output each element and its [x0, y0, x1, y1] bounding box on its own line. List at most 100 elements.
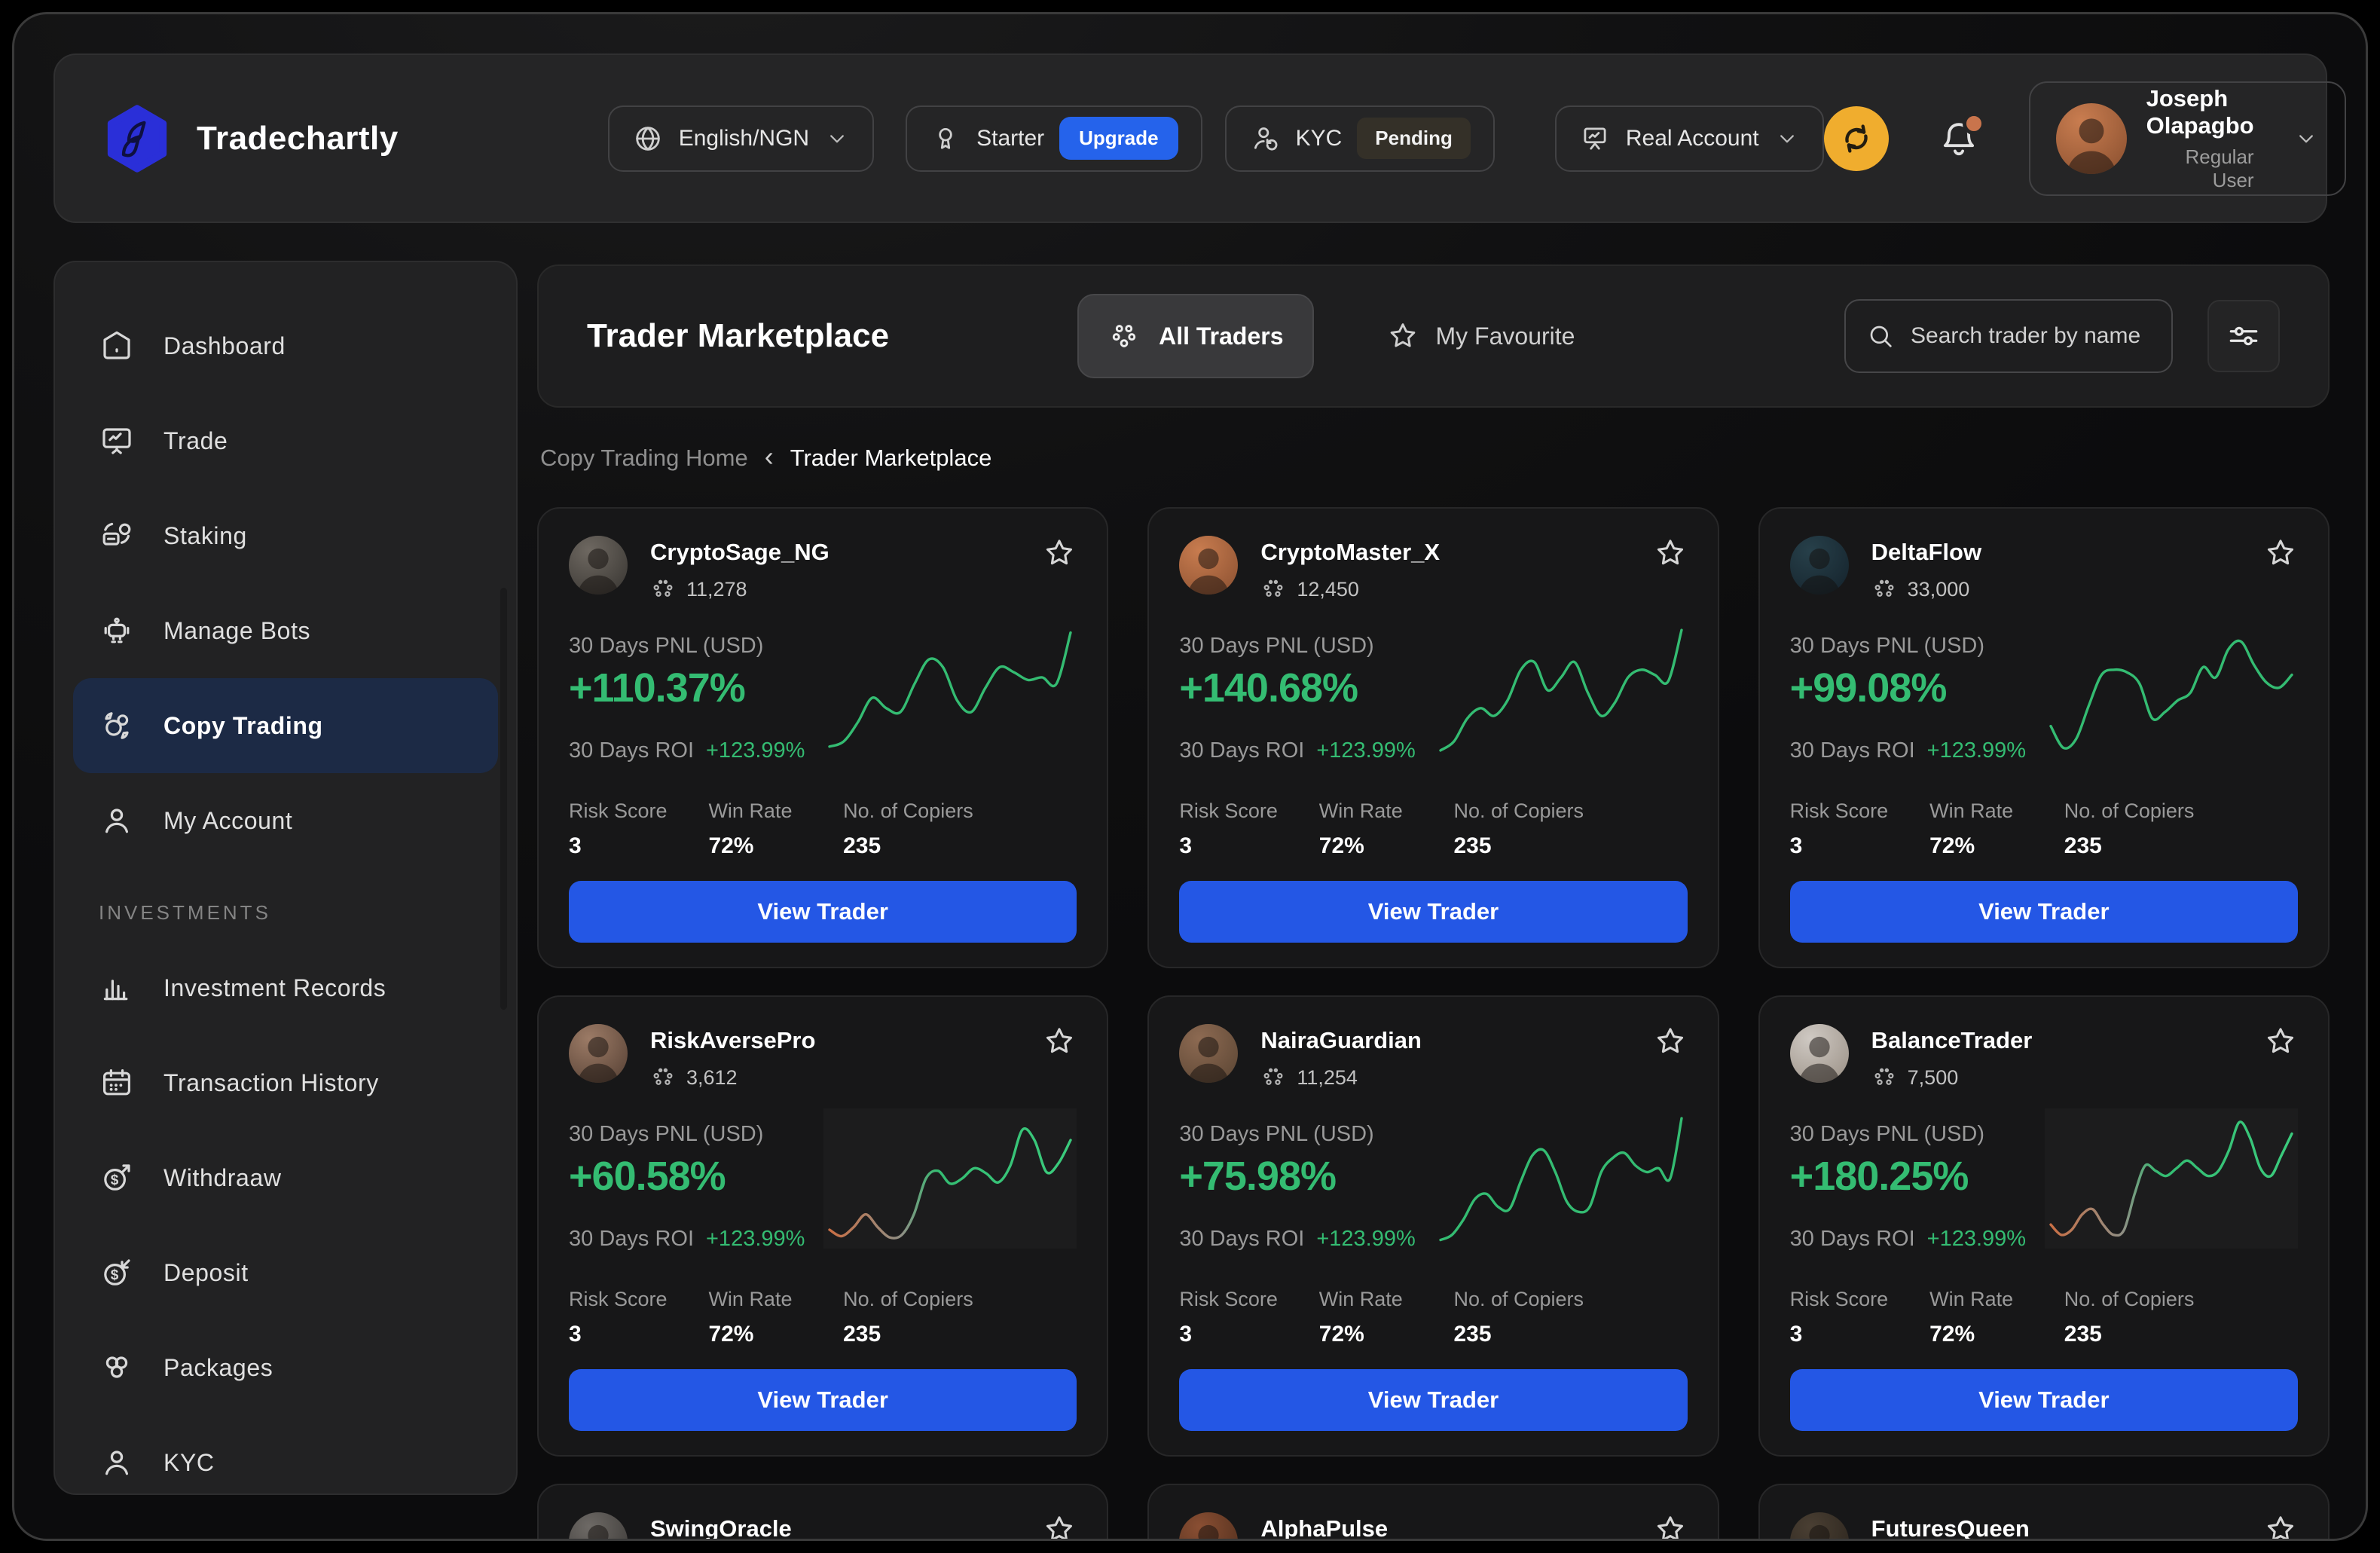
sidebar-item-investment-records[interactable]: Investment Records: [73, 940, 498, 1035]
account-type-selector[interactable]: Real Account: [1555, 105, 1824, 172]
risk-score-value: 3: [1179, 1322, 1318, 1347]
notifications-button[interactable]: [1937, 115, 1981, 162]
copier-count-value: 11,254: [1297, 1066, 1358, 1090]
risk-score-value: 3: [569, 1322, 708, 1347]
win-rate-stat: Win Rate 72%: [1929, 1288, 2064, 1347]
favourite-star-button[interactable]: [1653, 1512, 1688, 1539]
risk-score-label: Risk Score: [1179, 1288, 1318, 1311]
trade-icon: [99, 423, 135, 459]
favourite-star-button[interactable]: [2263, 536, 2298, 570]
sidebar-item-dashboard[interactable]: Dashboard: [73, 298, 498, 393]
win-rate-label: Win Rate: [1929, 799, 2064, 823]
copiers-cluster-icon: [650, 576, 676, 602]
risk-score-value: 3: [1179, 833, 1318, 859]
trader-avatar: [1790, 1512, 1849, 1539]
bots-icon: [99, 613, 135, 649]
favourite-star-button[interactable]: [1653, 536, 1688, 570]
tab-all-traders[interactable]: All Traders: [1077, 294, 1313, 378]
language-selector[interactable]: English/NGN: [608, 105, 874, 172]
trader-name: CryptoMaster_X: [1260, 539, 1440, 566]
view-trader-button[interactable]: View Trader: [1179, 881, 1687, 943]
sidebar-item-label: Dashboard: [163, 332, 286, 360]
favourite-star-button[interactable]: [1042, 536, 1077, 570]
sidebar-item-manage-bots[interactable]: Manage Bots: [73, 583, 498, 678]
sidebar-item-transaction-history[interactable]: Transaction History: [73, 1035, 498, 1130]
marketplace-header: Trader Marketplace All Traders My Favour…: [537, 264, 2330, 408]
avatar-silhouette-icon: [1790, 1512, 1849, 1539]
trader-avatar: [1790, 536, 1849, 595]
risk-score-stat: Risk Score 3: [1179, 799, 1318, 859]
tab-my-favourite[interactable]: My Favourite: [1386, 319, 1575, 353]
avatar-silhouette-icon: [1179, 1512, 1238, 1539]
risk-score-stat: Risk Score 3: [569, 1288, 708, 1347]
trader-copier-count: 11,278: [650, 576, 829, 602]
sliders-icon: [2225, 317, 2262, 355]
risk-score-stat: Risk Score 3: [1179, 1288, 1318, 1347]
risk-score-value: 3: [1790, 1322, 1929, 1347]
trader-meta: AlphaPulse: [1260, 1512, 1388, 1539]
sidebar-item-trade[interactable]: Trade: [73, 393, 498, 488]
sidebar-item-label: Packages: [163, 1354, 273, 1382]
trader-name: RiskAversePro: [650, 1027, 815, 1054]
view-trader-button[interactable]: View Trader: [1790, 1369, 2298, 1431]
copier-count-value: 7,500: [1908, 1066, 1959, 1090]
sidebar-item-label: Manage Bots: [163, 617, 310, 645]
breadcrumb-parent[interactable]: Copy Trading Home: [540, 445, 748, 472]
favourite-star-button[interactable]: [2263, 1024, 2298, 1059]
copiers-stat: No. of Copiers 235: [843, 799, 1077, 859]
sidebar-item-label: Withdraaw: [163, 1164, 282, 1192]
user-name: Joseph Olapagbo: [2146, 85, 2254, 139]
avatar-silhouette-icon: [1790, 536, 1849, 595]
favourite-star-button[interactable]: [1653, 1024, 1688, 1059]
roi-label: 30 Days ROI: [1179, 1227, 1304, 1252]
trader-card-header: NairaGuardian 11,254: [1179, 1024, 1687, 1090]
sidebar-item-kyc[interactable]: KYC: [73, 1415, 498, 1495]
app-window: Tradechartly English/NGN Starter Upgrade: [12, 12, 2368, 1541]
trader-card-partial: FuturesQueen: [1758, 1484, 2330, 1539]
refresh-button[interactable]: [1824, 106, 1889, 171]
sidebar-item-staking[interactable]: Staking: [73, 488, 498, 583]
user-profile-menu[interactable]: Joseph Olapagbo Regular User: [2029, 81, 2346, 196]
favourite-star-button[interactable]: [1042, 1512, 1077, 1539]
view-trader-button[interactable]: View Trader: [1790, 881, 2298, 943]
sidebar-item-packages[interactable]: Packages: [73, 1320, 498, 1415]
favourite-star-button[interactable]: [2263, 1512, 2298, 1539]
roi-value: +123.99%: [706, 738, 805, 763]
deposit-icon: $: [99, 1255, 135, 1291]
trader-search[interactable]: [1844, 299, 2173, 373]
trader-card: DeltaFlow 33,000 30 Days PNL (USD) +99.0…: [1758, 507, 2330, 968]
sidebar-item-label: Trade: [163, 427, 228, 455]
calendar-icon: [99, 1065, 135, 1101]
bars-icon: [99, 970, 135, 1006]
copiers-value: 235: [843, 833, 1077, 859]
main-content: Trader Marketplace All Traders My Favour…: [537, 264, 2330, 1539]
sidebar-item-label: My Account: [163, 807, 292, 835]
trader-card-header: CryptoMaster_X 12,450: [1179, 536, 1687, 602]
tab-all-traders-label: All Traders: [1159, 323, 1283, 350]
trader-avatar: [569, 1512, 628, 1539]
trader-card-header: RiskAversePro 3,612: [569, 1024, 1077, 1090]
sidebar-item-withdraaw[interactable]: $ Withdraaw: [73, 1130, 498, 1225]
person-icon: [99, 1444, 135, 1481]
search-input[interactable]: [1911, 323, 2152, 349]
favourite-star-button[interactable]: [1042, 1024, 1077, 1059]
copiers-cluster-icon: [650, 1065, 676, 1090]
sidebar-item-label: Transaction History: [163, 1069, 379, 1097]
view-trader-button[interactable]: View Trader: [569, 881, 1077, 943]
svg-text:$: $: [111, 1267, 120, 1283]
sidebar-item-deposit[interactable]: $Deposit: [73, 1225, 498, 1320]
refresh-icon: [1837, 119, 1876, 158]
view-trader-button[interactable]: View Trader: [569, 1369, 1077, 1431]
sidebar-item-label: Copy Trading: [163, 712, 323, 740]
pnl-sparkline-chart: [823, 620, 1077, 760]
sidebar-item-copy-trading[interactable]: Copy Trading: [73, 678, 498, 773]
upgrade-button[interactable]: Upgrade: [1059, 117, 1178, 160]
withdraw-icon: $: [99, 1160, 135, 1196]
view-trader-button[interactable]: View Trader: [1179, 1369, 1687, 1431]
brand-logo-icon: [102, 103, 173, 174]
win-rate-value: 72%: [1929, 1322, 2064, 1347]
sidebar-scrollbar[interactable]: [500, 588, 507, 1010]
filter-button[interactable]: [2207, 300, 2280, 372]
sidebar-item-my-account[interactable]: My Account: [73, 773, 498, 868]
win-rate-label: Win Rate: [1319, 799, 1454, 823]
